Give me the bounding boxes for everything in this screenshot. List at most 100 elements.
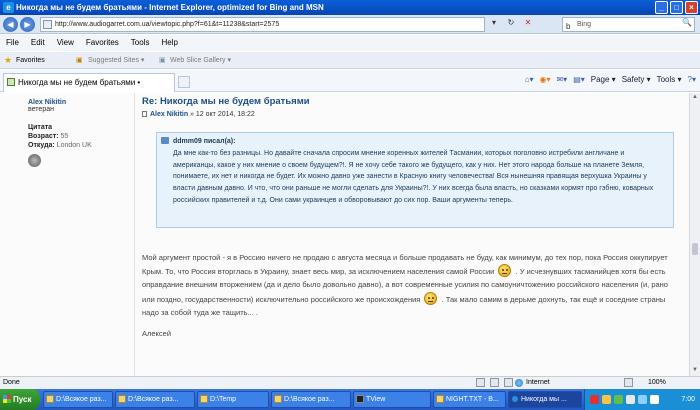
favorites-bar: ★ Favorites ▣ Suggested Sites ▾ ▣ Web Sl…: [0, 52, 700, 69]
ie-icon: [511, 395, 519, 403]
menu-bar: File Edit View Favorites Tools Help: [0, 35, 700, 51]
post-meta-author[interactable]: Alex Nikitin: [150, 111, 188, 118]
popup-blocker-icon[interactable]: [624, 378, 633, 387]
address-dropdown-icon[interactable]: ▾: [488, 18, 500, 27]
taskbar-item-browser[interactable]: Никогда мы ...: [508, 391, 582, 408]
tab-active[interactable]: Никогда мы не будем братьями •: [3, 73, 175, 92]
search-icon[interactable]: 🔍: [682, 18, 692, 27]
menu-tools[interactable]: Tools: [131, 35, 150, 51]
tray-app-icon[interactable]: [614, 395, 623, 404]
smiley-icon: [424, 291, 438, 305]
mail-icon[interactable]: ✉▾: [556, 75, 567, 84]
taskbar-item-folder-3[interactable]: D:\Всякое раз...: [271, 391, 351, 408]
close-button[interactable]: ×: [685, 1, 698, 14]
tray-app-icon[interactable]: [590, 395, 599, 404]
taskbar-item-tview[interactable]: TView: [353, 391, 431, 408]
quote-block: ddmm09 писал(а): Да мне как-то без разни…: [156, 132, 674, 228]
maximize-button[interactable]: □: [670, 1, 683, 14]
zoom-level[interactable]: 100%: [648, 377, 666, 389]
suggested-sites-icon: ▣: [76, 57, 83, 64]
clock[interactable]: 7:00: [681, 389, 695, 410]
address-row: ◀ ▶ http://www.audiogarret.com.ua/viewto…: [0, 15, 700, 34]
taskbar-item-night-txt[interactable]: NIGHT.TXT - В...: [433, 391, 506, 408]
rss-icon[interactable]: ◉▾: [539, 75, 550, 84]
tray-network-icon[interactable]: [638, 395, 647, 404]
web-slice-gallery-link[interactable]: Web Slice Gallery ▾: [170, 52, 231, 69]
scroll-up-icon[interactable]: ▲: [691, 93, 699, 102]
help-icon[interactable]: ?▾: [688, 75, 696, 84]
page-menu[interactable]: Page ▾: [591, 75, 616, 84]
taskbar-item-temp[interactable]: D:\Temp: [197, 391, 269, 408]
home-icon[interactable]: ⌂▾: [525, 75, 534, 84]
menu-favorites[interactable]: Favorites: [86, 35, 119, 51]
security-zone[interactable]: Internet: [515, 377, 550, 389]
vertical-scrollbar[interactable]: ▲ ▼: [689, 93, 700, 376]
status-security-icon: [490, 378, 499, 387]
taskbar-item-label: D:\Всякое раз...: [56, 396, 107, 403]
post-date: » 12 окт 2014, 18:22: [190, 111, 255, 118]
tray-app-icon[interactable]: [626, 395, 635, 404]
folder-icon: [200, 395, 208, 403]
scroll-thumb[interactable]: [692, 243, 698, 255]
smiley-icon: [498, 264, 512, 278]
status-text: Done: [3, 379, 20, 386]
suggested-sites-link[interactable]: Suggested Sites ▾: [88, 52, 144, 69]
search-input[interactable]: b Bing: [562, 17, 695, 32]
post-title[interactable]: Re: Никогда мы не будем братьями: [142, 96, 310, 107]
status-progress-icon: [476, 378, 485, 387]
search-placeholder: Bing: [577, 21, 592, 28]
location-label: Откуда:: [28, 142, 55, 149]
menu-help[interactable]: Help: [161, 35, 177, 51]
stop-icon[interactable]: ✕: [522, 18, 534, 27]
new-tab-button[interactable]: [178, 76, 190, 88]
quote-link[interactable]: Цитата: [28, 124, 52, 131]
taskbar-item-label: D:\Всякое раз...: [128, 396, 179, 403]
tab-label: Никогда мы не будем братьями •: [18, 78, 141, 87]
location-value: London UK: [56, 142, 92, 149]
address-tools: ▾ ↻ ✕: [488, 18, 534, 27]
quote-text: Да мне как-то без разницы. Но давайте сн…: [173, 149, 654, 204]
minimize-button[interactable]: _: [655, 1, 668, 14]
post-author-panel: Alex Nikitin ветеран Цитата Возраст: 55 …: [28, 99, 128, 167]
star-icon: ★: [4, 55, 13, 65]
tab-page-icon: [7, 78, 15, 86]
tray-app-icon[interactable]: [602, 395, 611, 404]
post-icon: [142, 111, 147, 117]
folder-icon: [118, 395, 126, 403]
author-rank: ветеран: [28, 106, 54, 113]
window-title: Никогда мы не будем братьями - Internet …: [16, 3, 324, 12]
system-tray: 7:00: [584, 389, 700, 410]
start-button[interactable]: Пуск: [0, 389, 40, 410]
quote-icon: [161, 137, 169, 144]
web-slice-icon: ▣: [159, 57, 166, 64]
age-label: Возраст:: [28, 133, 59, 140]
tray-volume-icon[interactable]: [650, 395, 659, 404]
menu-edit[interactable]: Edit: [31, 35, 45, 51]
taskbar-item-label: D:\Всякое раз...: [284, 396, 335, 403]
taskbar: Пуск D:\Всякое раз... D:\Всякое раз... D…: [0, 389, 700, 410]
favorites-button[interactable]: Favorites: [16, 52, 45, 69]
taskbar-item-folder-1[interactable]: D:\Всякое раз...: [43, 391, 113, 408]
quote-author: ddmm09 писал(а):: [173, 138, 236, 145]
taskbar-item-label: NIGHT.TXT - В...: [446, 396, 499, 403]
menu-file[interactable]: File: [6, 35, 19, 51]
safety-menu[interactable]: Safety ▾: [622, 75, 651, 84]
address-input[interactable]: http://www.audiogarret.com.ua/viewtopic.…: [40, 17, 485, 32]
tools-menu[interactable]: Tools ▾: [657, 75, 682, 84]
ie-icon: e: [3, 2, 14, 13]
print-icon[interactable]: ▤▾: [573, 75, 585, 84]
back-button[interactable]: ◀: [3, 17, 18, 32]
window-title-bar[interactable]: e Никогда мы не будем братьями - Interne…: [0, 0, 700, 15]
profile-icon[interactable]: [28, 154, 41, 167]
taskbar-item-folder-2[interactable]: D:\Всякое раз...: [115, 391, 195, 408]
zone-label: Internet: [526, 379, 550, 386]
terminal-icon: [356, 395, 364, 403]
windows-logo-icon: [3, 395, 11, 403]
globe-icon: [515, 379, 523, 387]
author-name[interactable]: Alex Nikitin: [28, 99, 128, 106]
menu-view[interactable]: View: [57, 35, 74, 51]
reply-text: Мой аргумент простой - я в Россию ничего…: [142, 251, 675, 340]
refresh-icon[interactable]: ↻: [505, 18, 517, 27]
forward-button[interactable]: ▶: [20, 17, 35, 32]
scroll-down-icon[interactable]: ▼: [691, 366, 699, 375]
